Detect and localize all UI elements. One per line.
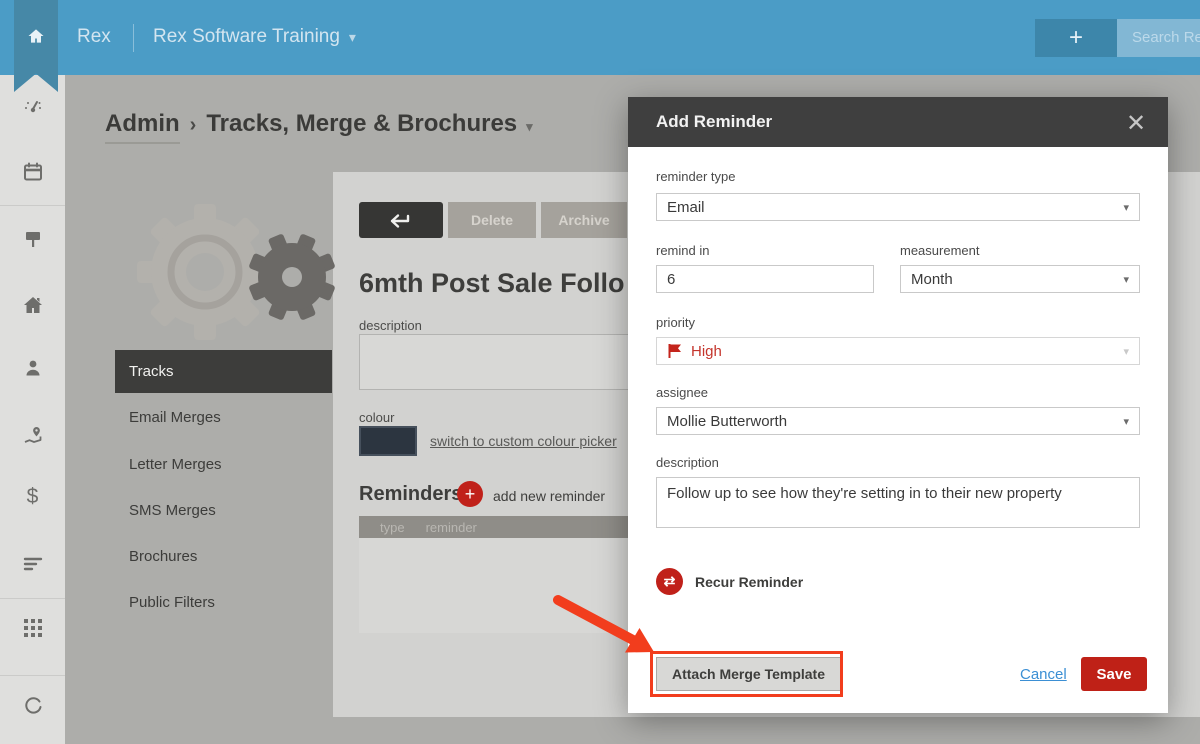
menu-item-tracks[interactable]: Tracks: [115, 350, 332, 393]
breadcrumb-page[interactable]: Tracks, Merge & Brochures: [206, 110, 517, 138]
modal-header: Add Reminder ✕: [628, 97, 1168, 147]
menu-item-public-filters[interactable]: Public Filters: [115, 581, 332, 624]
topbar-divider: [133, 24, 134, 52]
chevron-down-icon: ▾: [1123, 201, 1129, 214]
sidebar-rail: $: [0, 75, 65, 744]
top-navigation-bar: Rex Rex Software Training ▾ + Search Re: [0, 0, 1200, 75]
rail-separator: [0, 675, 65, 676]
settings-gears-illustration: [137, 204, 335, 340]
plus-icon: +: [464, 483, 476, 504]
colour-swatch[interactable]: [359, 426, 417, 456]
add-reminder-button[interactable]: +: [457, 481, 483, 507]
column-type: type: [380, 519, 405, 535]
sidebar-item-listings[interactable]: [0, 217, 65, 261]
breadcrumb-admin[interactable]: Admin: [105, 110, 180, 144]
sidebar-item-apps[interactable]: [0, 606, 65, 650]
priority-value: High: [691, 342, 722, 360]
archive-button[interactable]: Archive: [541, 202, 627, 238]
chevron-down-icon[interactable]: ▾: [526, 119, 533, 135]
reminder-type-label: reminder type: [656, 169, 736, 184]
reminder-type-select[interactable]: Email ▾: [656, 193, 1140, 221]
menu-item-sms-merges[interactable]: SMS Merges: [115, 489, 332, 532]
sidebar-item-calendar[interactable]: [0, 150, 65, 194]
filter-lines-icon: [23, 557, 42, 571]
recur-reminder-toggle[interactable]: ⇄ Recur Reminder: [656, 568, 803, 595]
house-icon: [23, 297, 42, 313]
reminders-heading: Reminders: [359, 483, 463, 505]
home-icon: [28, 29, 44, 43]
chevron-down-icon: ▾: [1123, 345, 1129, 358]
back-button[interactable]: [359, 202, 443, 238]
back-arrow-icon: [390, 214, 410, 228]
track-title: 6mth Post Sale Follo: [359, 268, 625, 298]
measurement-value: Month: [911, 270, 953, 288]
save-button[interactable]: Save: [1081, 657, 1147, 691]
sidebar-item-dashboard[interactable]: [0, 85, 65, 129]
delete-button[interactable]: Delete: [448, 202, 536, 238]
chevron-down-icon: ▾: [1123, 273, 1129, 286]
rail-separator: [0, 205, 65, 206]
sidebar-item-sync[interactable]: [0, 683, 65, 727]
sidebar-item-lists[interactable]: [0, 541, 65, 585]
calendar-icon: [23, 162, 42, 181]
add-button[interactable]: +: [1035, 19, 1117, 57]
sidebar-item-properties[interactable]: [0, 283, 65, 327]
assignee-select[interactable]: Mollie Butterworth ▾: [656, 407, 1140, 435]
custom-colour-picker-link[interactable]: switch to custom colour picker: [430, 433, 617, 449]
remind-in-input[interactable]: [656, 265, 874, 293]
sidebar-item-contacts[interactable]: [0, 346, 65, 390]
modal-description-label: description: [656, 455, 719, 470]
search-input[interactable]: Search Re: [1117, 19, 1200, 57]
remind-in-label: remind in: [656, 243, 710, 258]
close-icon[interactable]: ✕: [1120, 107, 1152, 139]
workspace-label: Rex Software Training: [153, 26, 340, 47]
dashboard-icon: [24, 101, 41, 113]
plus-icon: +: [1068, 24, 1083, 51]
priority-select[interactable]: High ▾: [656, 337, 1140, 365]
app-screen: Rex Rex Software Training ▾ + Search Re: [0, 0, 1200, 744]
chevron-down-icon: ▾: [348, 29, 356, 45]
add-reminder-modal: Add Reminder ✕ reminder type Email ▾ rem…: [628, 97, 1168, 713]
colour-label: colour: [359, 410, 395, 425]
breadcrumb-separator: ›: [189, 114, 197, 136]
recur-arrows-glyph: ⇄: [663, 573, 676, 589]
person-icon: [26, 360, 39, 376]
reminder-type-value: Email: [667, 198, 705, 216]
assignee-label: assignee: [656, 385, 709, 400]
sidebar-item-financials[interactable]: $: [0, 475, 65, 519]
grid-icon: [23, 619, 42, 637]
attach-merge-template-button[interactable]: Attach Merge Template: [656, 657, 841, 691]
cancel-link[interactable]: Cancel: [1020, 666, 1067, 683]
recur-icon: ⇄: [656, 568, 683, 595]
recur-reminder-label: Recur Reminder: [695, 573, 804, 590]
description-label: description: [359, 318, 422, 333]
signboard-icon: [25, 232, 40, 247]
column-reminder: reminder: [425, 519, 477, 535]
rail-separator: [0, 598, 65, 599]
measurement-select[interactable]: Month ▾: [900, 265, 1140, 293]
modal-description-textarea[interactable]: Follow up to see how they're setting in …: [656, 477, 1140, 528]
assignee-value: Mollie Butterworth: [667, 412, 788, 430]
breadcrumb: Admin › Tracks, Merge & Brochures ▾: [105, 110, 533, 144]
measurement-label: measurement: [900, 243, 980, 258]
modal-title: Add Reminder: [656, 112, 773, 131]
menu-item-letter-merges[interactable]: Letter Merges: [115, 443, 332, 486]
menu-item-brochures[interactable]: Brochures: [115, 535, 332, 578]
priority-label: priority: [656, 315, 696, 330]
map-pin-icon: [24, 427, 41, 443]
menu-item-email-merges[interactable]: Email Merges: [115, 396, 332, 439]
flag-icon: [668, 344, 681, 358]
sidebar-item-map[interactable]: [0, 413, 65, 457]
add-new-reminder-label[interactable]: add new reminder: [493, 488, 605, 504]
chevron-down-icon: ▾: [1123, 415, 1129, 428]
brand-label: Rex: [77, 26, 111, 47]
sync-icon: [24, 697, 41, 714]
dollar-icon: $: [26, 485, 39, 508]
workspace-switcher[interactable]: Rex Software Training ▾: [153, 26, 356, 48]
